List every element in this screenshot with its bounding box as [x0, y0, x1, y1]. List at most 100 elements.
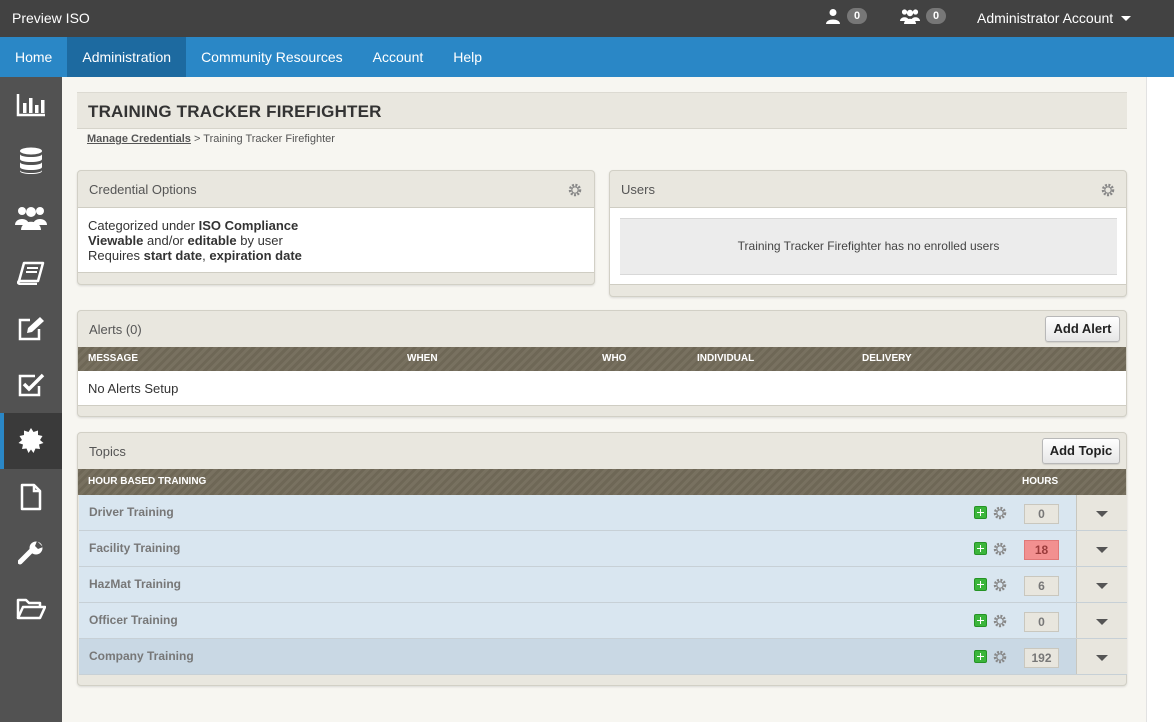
gear-icon[interactable] — [993, 650, 1007, 664]
checkbox-icon — [18, 373, 45, 397]
user-count-badge: 0 — [847, 8, 867, 24]
sidebar-item-edit[interactable] — [0, 301, 62, 357]
add-hours-icon[interactable] — [974, 542, 987, 555]
chevron-down-icon[interactable] — [1076, 495, 1127, 530]
wrench-icon — [18, 541, 43, 565]
nav-community-resources[interactable]: Community Resources — [186, 37, 358, 77]
chevron-down-icon — [1121, 15, 1132, 21]
edit-icon — [18, 317, 44, 341]
credential-category-value: ISO Compliance — [198, 218, 299, 233]
credential-requirements-line: Requires start date, expiration date — [88, 248, 302, 263]
nav-help[interactable]: Help — [438, 37, 497, 77]
column-header-hour-based-training: HOUR BASED TRAINING — [88, 476, 207, 487]
add-hours-icon[interactable] — [974, 650, 987, 663]
gear-icon[interactable] — [993, 506, 1007, 520]
group-count-badge: 0 — [926, 8, 946, 24]
sidebar-item-documents[interactable] — [0, 469, 62, 525]
topic-row: HazMat Training 6 — [79, 567, 1127, 603]
badge-icon — [18, 428, 44, 453]
breadcrumb: Manage Credentials > Training Tracker Fi… — [87, 133, 335, 145]
chevron-down-icon[interactable] — [1076, 567, 1127, 602]
nav-home[interactable]: Home — [0, 37, 67, 77]
column-header-delivery: DELIVERY — [862, 353, 912, 364]
account-label: Administrator Account — [977, 10, 1114, 26]
breadcrumb-current: Training Tracker Firefighter — [203, 133, 335, 145]
chevron-down-icon[interactable] — [1076, 639, 1127, 674]
topics-title: Topics — [89, 444, 126, 459]
chevron-down-icon[interactable] — [1076, 603, 1127, 638]
user-icon — [826, 9, 840, 24]
topics-table-header: HOUR BASED TRAINING HOURS — [78, 469, 1126, 495]
gear-icon[interactable] — [568, 183, 582, 197]
top-bar: Preview ISO 0 0 Administrator Account — [0, 0, 1174, 37]
users-panel-title: Users — [621, 182, 655, 197]
brand-title: Preview ISO — [12, 10, 90, 26]
column-header-message: MESSAGE — [88, 353, 139, 364]
credential-options-panel: Credential Options Categorized under ISO… — [77, 170, 595, 285]
topic-hours: 18 — [1024, 540, 1059, 560]
sidebar — [0, 77, 62, 722]
topic-name: Facility Training — [89, 541, 181, 555]
credential-permissions-line: Viewable and/or editable by user — [88, 233, 283, 248]
sidebar-item-library[interactable] — [0, 245, 62, 301]
alerts-panel: Alerts (0) Add Alert MESSAGE WHEN WHO IN… — [77, 310, 1127, 417]
gear-icon[interactable] — [993, 614, 1007, 628]
group-count-indicator[interactable]: 0 — [900, 8, 946, 24]
user-count-indicator[interactable]: 0 — [825, 8, 867, 24]
folder-icon — [16, 598, 46, 620]
users-icon — [900, 9, 920, 24]
sidebar-item-folders[interactable] — [0, 581, 62, 637]
nav-administration[interactable]: Administration — [67, 37, 187, 77]
add-topic-button[interactable]: Add Topic — [1042, 438, 1120, 464]
sidebar-item-credentials[interactable] — [0, 413, 62, 469]
column-header-when: WHEN — [407, 353, 438, 364]
add-alert-button[interactable]: Add Alert — [1045, 316, 1120, 342]
gear-icon[interactable] — [993, 542, 1007, 556]
database-icon — [20, 147, 42, 174]
alerts-title: Alerts (0) — [89, 322, 142, 337]
page-title: TRAINING TRACKER FIREFIGHTER — [88, 102, 382, 121]
topic-row: Driver Training 0 — [79, 495, 1127, 531]
sidebar-item-checklist[interactable] — [0, 357, 62, 413]
main-nav: Home Administration Community Resources … — [0, 37, 1174, 77]
topics-panel: Topics Add Topic HOUR BASED TRAINING HOU… — [77, 432, 1127, 686]
topic-name: Company Training — [89, 649, 194, 663]
users-panel: Users Training Tracker Firefighter has n… — [609, 170, 1127, 297]
credential-category-line: Categorized under ISO Compliance — [88, 218, 299, 233]
credential-options-title: Credential Options — [89, 182, 197, 197]
sidebar-item-tools[interactable] — [0, 525, 62, 581]
page-scrollbar[interactable] — [1146, 77, 1174, 722]
topic-name: Driver Training — [89, 505, 174, 519]
credential-options-body: Categorized under ISO Compliance Viewabl… — [78, 207, 594, 273]
gear-icon[interactable] — [993, 578, 1007, 592]
topic-hours: 6 — [1024, 576, 1059, 596]
gear-icon[interactable] — [1101, 183, 1115, 197]
account-menu[interactable]: Administrator Account — [977, 10, 1132, 26]
sidebar-item-database[interactable] — [0, 133, 62, 189]
column-header-individual: INDIVIDUAL — [697, 353, 755, 364]
sidebar-item-users[interactable] — [0, 189, 62, 245]
topic-row: Facility Training 18 — [79, 531, 1127, 567]
users-empty-message: Training Tracker Firefighter has no enro… — [620, 218, 1117, 275]
topic-name: HazMat Training — [89, 577, 182, 591]
page-header: TRAINING TRACKER FIREFIGHTER — [77, 92, 1127, 129]
topic-hours: 0 — [1024, 612, 1059, 632]
sidebar-item-reports[interactable] — [0, 77, 62, 133]
nav-account[interactable]: Account — [358, 37, 439, 77]
add-hours-icon[interactable] — [974, 614, 987, 627]
users-panel-body: Training Tracker Firefighter has no enro… — [610, 207, 1126, 285]
column-header-who: WHO — [602, 353, 627, 364]
add-hours-icon[interactable] — [974, 506, 987, 519]
breadcrumb-link-manage-credentials[interactable]: Manage Credentials — [87, 133, 191, 145]
topic-row: Company Training 192 — [79, 639, 1127, 675]
book-icon — [17, 261, 45, 285]
column-header-hours: HOURS — [1022, 476, 1059, 487]
chevron-down-icon[interactable] — [1076, 531, 1127, 566]
topic-name: Officer Training — [89, 613, 178, 627]
topic-hours: 192 — [1024, 648, 1059, 668]
add-hours-icon[interactable] — [974, 578, 987, 591]
document-icon — [20, 483, 42, 511]
breadcrumb-separator: > — [190, 133, 204, 145]
users-icon — [15, 207, 47, 230]
topic-hours: 0 — [1024, 504, 1059, 524]
